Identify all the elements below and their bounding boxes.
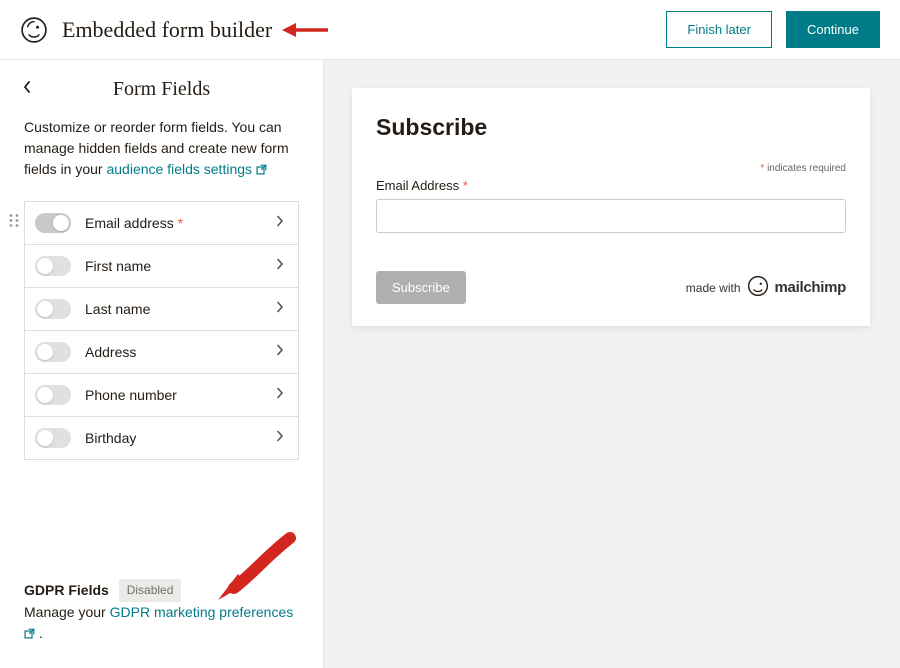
email-label: Email Address *	[376, 178, 846, 193]
header-left: Embedded form builder	[20, 16, 272, 44]
gdpr-section: GDPR Fields Disabled Manage your GDPR ma…	[24, 579, 299, 646]
field-label: Phone number	[85, 387, 276, 403]
sidebar-header: Form Fields	[0, 60, 323, 117]
finish-later-button[interactable]: Finish later	[666, 11, 772, 48]
main-area: Form Fields Customize or reorder form fi…	[0, 60, 900, 668]
chevron-left-icon	[22, 80, 32, 94]
form-preview-card: Subscribe * indicates required Email Add…	[352, 88, 870, 326]
subscribe-button[interactable]: Subscribe	[376, 271, 466, 304]
field-toggle[interactable]	[35, 256, 71, 276]
gdpr-status-badge: Disabled	[119, 579, 182, 602]
email-field[interactable]	[376, 199, 846, 233]
field-toggle[interactable]	[35, 213, 71, 233]
preview-heading: Subscribe	[376, 114, 846, 141]
gdpr-title: GDPR Fields	[24, 582, 109, 598]
sidebar: Form Fields Customize or reorder form fi…	[0, 60, 324, 668]
chevron-right-icon	[276, 257, 284, 275]
field-row[interactable]: Address	[24, 330, 299, 374]
field-toggle[interactable]	[35, 428, 71, 448]
sidebar-title: Form Fields	[0, 78, 323, 101]
back-button[interactable]	[22, 80, 32, 99]
preview-area: Subscribe * indicates required Email Add…	[324, 60, 900, 668]
chevron-right-icon	[276, 386, 284, 404]
page-title: Embedded form builder	[62, 17, 272, 43]
header-actions: Finish later Continue	[666, 11, 880, 48]
mailchimp-brand-text: mailchimp	[775, 279, 847, 296]
field-label: Birthday	[85, 430, 276, 446]
field-label: Address	[85, 344, 276, 360]
external-link-icon	[256, 160, 267, 181]
field-row[interactable]: First name	[24, 244, 299, 288]
chevron-right-icon	[276, 214, 284, 232]
chevron-right-icon	[276, 429, 284, 447]
gdpr-desc-prefix: Manage your	[24, 604, 110, 620]
gdpr-desc-suffix: .	[35, 625, 43, 641]
field-row[interactable]: Phone number	[24, 373, 299, 417]
field-label: Email address *	[85, 215, 276, 231]
required-legend: * indicates required	[376, 163, 846, 174]
external-link-icon	[24, 624, 35, 646]
field-label: First name	[85, 258, 276, 274]
chevron-right-icon	[276, 343, 284, 361]
field-row[interactable]: Birthday	[24, 416, 299, 460]
drag-handle-icon[interactable]	[9, 214, 19, 233]
field-label: Last name	[85, 301, 276, 317]
mailchimp-logo-icon	[20, 16, 48, 44]
audience-settings-link[interactable]: audience fields settings	[106, 161, 266, 177]
field-toggle[interactable]	[35, 342, 71, 362]
app-header: Embedded form builder Finish later Conti…	[0, 0, 900, 60]
chevron-right-icon	[276, 300, 284, 318]
field-toggle[interactable]	[35, 299, 71, 319]
field-toggle[interactable]	[35, 385, 71, 405]
preview-footer: Subscribe made with mailchimp	[376, 271, 846, 304]
mailchimp-logo-icon	[747, 275, 769, 300]
made-with-badge: made with mailchimp	[686, 275, 846, 300]
field-row[interactable]: Email address *	[24, 201, 299, 245]
made-with-label: made with	[686, 281, 741, 295]
field-row[interactable]: Last name	[24, 287, 299, 331]
continue-button[interactable]: Continue	[786, 11, 880, 48]
field-list: Email address * First name Last name Addres…	[0, 201, 323, 460]
sidebar-description: Customize or reorder form fields. You ca…	[0, 117, 323, 201]
